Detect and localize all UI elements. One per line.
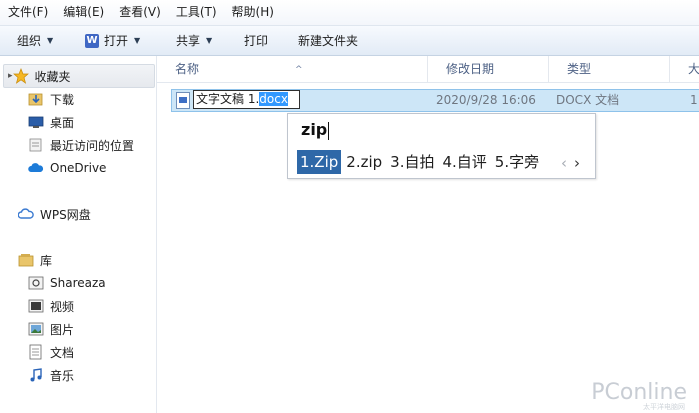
- ime-composition-text: zip: [301, 120, 328, 139]
- command-bar: 组织 ▼ W 打开 ▼ 共享 ▼ 打印 新建文件夹: [0, 26, 699, 56]
- picture-icon: [28, 321, 44, 337]
- print-button[interactable]: 打印: [244, 26, 268, 55]
- docx-file-icon: [176, 92, 190, 109]
- menu-file[interactable]: 文件(F): [0, 0, 55, 25]
- nav-recent-label: 最近访问的位置: [50, 138, 135, 153]
- pconline-watermark-sub: 太平洋电脑网: [643, 403, 685, 411]
- new-folder-label: 新建文件夹: [298, 34, 359, 48]
- filename-selected-extension: docx: [259, 92, 288, 106]
- nav-onedrive-label: OneDrive: [50, 161, 107, 175]
- library-icon: [18, 252, 34, 268]
- share-label: 共享: [176, 34, 201, 48]
- new-folder-button[interactable]: 新建文件夹: [298, 26, 358, 55]
- shareaza-icon: [28, 275, 44, 291]
- nav-pictures-label: 图片: [50, 322, 75, 337]
- column-modified[interactable]: 修改日期: [427, 56, 550, 82]
- nav-wps-label: WPS网盘: [40, 207, 91, 222]
- cloud-icon: [28, 160, 44, 176]
- desktop-icon: [28, 114, 44, 130]
- column-type[interactable]: 类型: [548, 56, 667, 82]
- column-type-label: 类型: [567, 62, 592, 76]
- column-size[interactable]: 大小: [669, 56, 699, 82]
- organize-label: 组织: [17, 34, 42, 48]
- nav-documents-label: 文档: [50, 345, 75, 360]
- nav-downloads[interactable]: 下载: [28, 88, 156, 110]
- chevron-down-icon: ▼: [206, 36, 213, 45]
- nav-recent-places[interactable]: 最近访问的位置: [28, 134, 156, 156]
- menu-edit[interactable]: 编辑(E): [55, 0, 111, 25]
- column-size-label: 大小: [688, 62, 699, 76]
- nav-music[interactable]: 音乐: [28, 364, 156, 386]
- nav-desktop[interactable]: 桌面: [28, 111, 156, 133]
- open-button[interactable]: W 打开 ▼: [85, 26, 140, 55]
- video-icon: [28, 298, 44, 314]
- menu-tools[interactable]: 工具(T): [168, 0, 224, 25]
- sort-up-icon: ^: [295, 65, 303, 75]
- file-list: 名称 ^ 修改日期 类型 大小 文字文稿 1.docx 2020/9/28 16…: [157, 56, 699, 413]
- nav-shareaza-label: Shareaza: [50, 276, 106, 290]
- filename-prefix: 文字文稿 1.: [196, 92, 260, 106]
- ime-candidate-3[interactable]: 3.自拍: [387, 150, 437, 174]
- navigation-pane: ▸ 收藏夹 下载 桌面 最近访问的位置 OneDrive WPS网盘 库 Sha…: [0, 56, 157, 413]
- nav-downloads-label: 下载: [50, 92, 75, 107]
- nav-pictures[interactable]: 图片: [28, 318, 156, 340]
- print-label: 打印: [244, 34, 269, 48]
- wps-writer-icon: W: [85, 33, 99, 48]
- file-size: 1: [690, 93, 698, 107]
- recent-places-icon: [28, 137, 44, 153]
- nav-music-label: 音乐: [50, 368, 75, 383]
- document-icon: [28, 344, 44, 360]
- nav-libraries[interactable]: 库: [18, 249, 156, 271]
- column-headers: 名称 ^ 修改日期 类型 大小: [157, 56, 699, 83]
- column-name-label: 名称: [175, 62, 200, 76]
- open-label: 打开: [104, 34, 129, 48]
- ime-composition: zip: [301, 120, 330, 140]
- nav-wps-cloud[interactable]: WPS网盘: [18, 203, 156, 225]
- ime-candidate-2[interactable]: 2.zip: [343, 150, 385, 174]
- nav-videos-label: 视频: [50, 299, 75, 314]
- chevron-down-icon: ▼: [47, 36, 54, 45]
- nav-shareaza[interactable]: Shareaza: [28, 272, 156, 294]
- share-button[interactable]: 共享 ▼: [176, 26, 212, 55]
- ime-candidate-5[interactable]: 5.字旁: [492, 150, 542, 174]
- star-icon: [12, 68, 29, 84]
- organize-button[interactable]: 组织 ▼: [17, 26, 53, 55]
- file-modified: 2020/9/28 16:06: [436, 93, 536, 107]
- ime-candidate-window: zip 1.Zip 2.zip 3.自拍 4.自评 5.字旁 ‹ ›: [287, 113, 596, 179]
- ime-candidate-1[interactable]: 1.Zip: [297, 150, 342, 174]
- column-name[interactable]: 名称 ^: [157, 56, 433, 82]
- menu-bar: 文件(F) 编辑(E) 查看(V) 工具(T) 帮助(H): [0, 0, 699, 26]
- nav-onedrive[interactable]: OneDrive: [28, 157, 156, 179]
- ime-prev-page-icon[interactable]: ‹: [561, 154, 567, 172]
- wps-cloud-icon: [18, 206, 34, 222]
- downloads-folder-icon: [28, 91, 44, 107]
- rename-input[interactable]: 文字文稿 1.docx: [193, 90, 300, 109]
- nav-favorites-label: 收藏夹: [34, 69, 71, 84]
- nav-favorites[interactable]: ▸ 收藏夹: [3, 64, 155, 88]
- column-modified-label: 修改日期: [446, 62, 495, 76]
- file-type: DOCX 文档: [556, 93, 620, 107]
- menu-view[interactable]: 查看(V): [111, 0, 168, 25]
- chevron-down-icon: ▼: [134, 36, 141, 45]
- ime-next-page-icon[interactable]: ›: [574, 154, 580, 172]
- ime-candidate-list: 1.Zip 2.zip 3.自拍 4.自评 5.字旁: [297, 150, 544, 174]
- nav-documents[interactable]: 文档: [28, 341, 156, 363]
- nav-libraries-label: 库: [40, 253, 53, 268]
- ime-candidate-4[interactable]: 4.自评: [439, 150, 489, 174]
- file-row[interactable]: 文字文稿 1.docx 2020/9/28 16:06 DOCX 文档 1: [171, 89, 699, 112]
- menu-help[interactable]: 帮助(H): [224, 0, 281, 25]
- nav-desktop-label: 桌面: [50, 115, 75, 130]
- nav-videos[interactable]: 视频: [28, 295, 156, 317]
- text-cursor: [328, 121, 330, 140]
- music-note-icon: [28, 367, 44, 383]
